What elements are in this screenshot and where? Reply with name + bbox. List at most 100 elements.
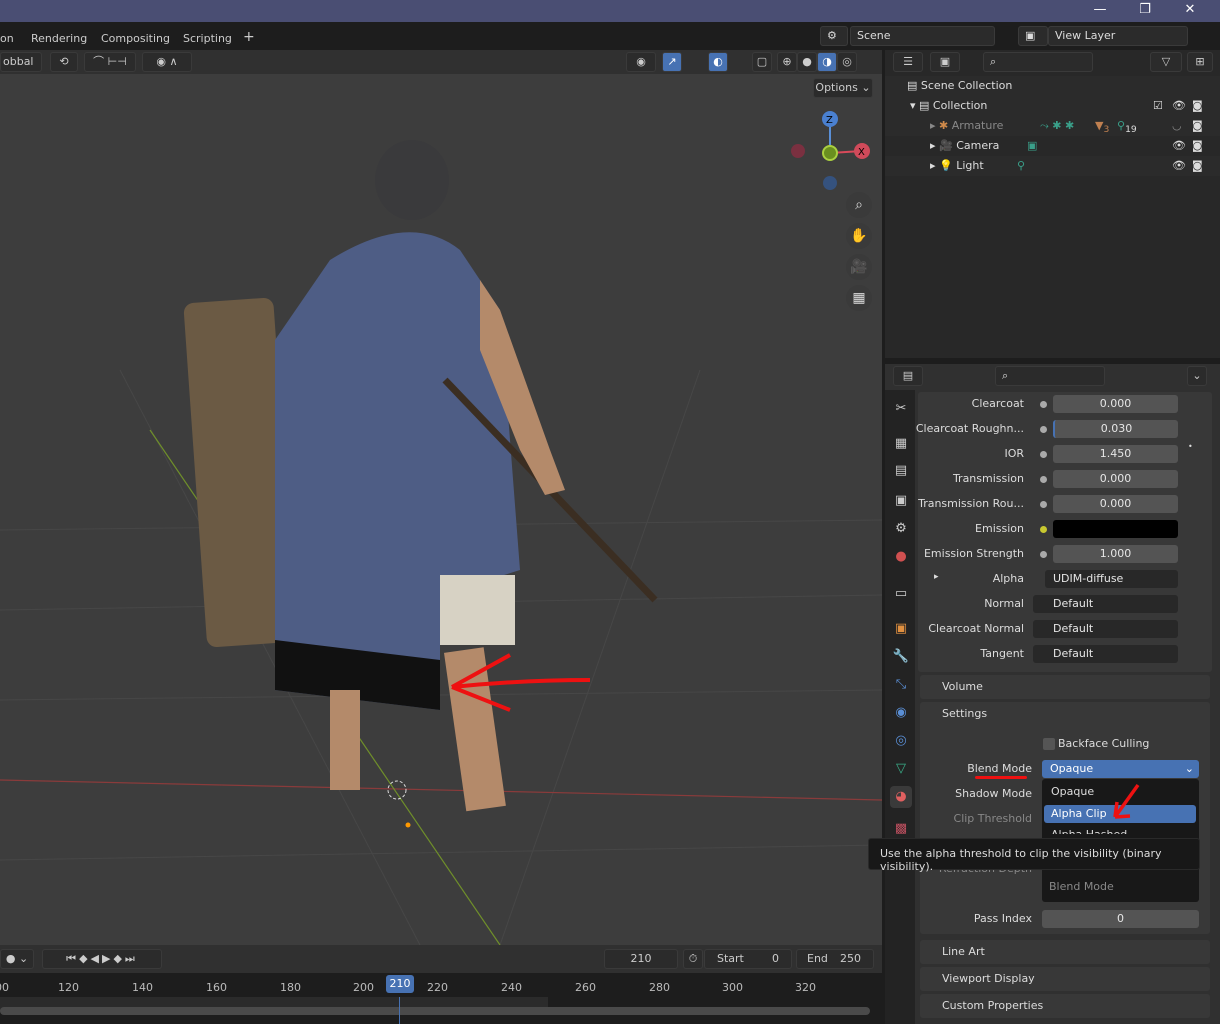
tab-rendering[interactable]: Rendering xyxy=(31,32,87,45)
end-frame-field[interactable]: End 250 xyxy=(796,949,874,969)
socket-dot[interactable] xyxy=(1040,501,1047,508)
viewport-display-panel-header[interactable]: Viewport Display xyxy=(920,967,1210,991)
filter-icon[interactable]: ▽ xyxy=(1150,52,1182,72)
material-tab-icon[interactable]: ◕ xyxy=(890,786,912,808)
rendered-shading-icon[interactable]: ◎ xyxy=(837,52,857,72)
custom-properties-panel-header[interactable]: Custom Properties xyxy=(920,994,1210,1018)
keyframe-dots[interactable]: • xyxy=(1188,397,1194,497)
editor-type-icon[interactable]: ▤ xyxy=(893,366,923,386)
world-tab-icon[interactable]: ● xyxy=(890,546,912,568)
modifier-tab-icon[interactable]: 🔧 xyxy=(890,646,912,668)
gizmo-toggle-icon[interactable]: ↗ xyxy=(662,52,682,72)
render-camera-icon[interactable]: ◙ xyxy=(1192,116,1203,136)
collection-tab-icon[interactable]: ▭ xyxy=(890,583,912,605)
pass-index-field[interactable]: 0 xyxy=(1042,910,1199,928)
dropdown-option-alpha-hashed[interactable]: Alpha Hashed xyxy=(1051,828,1127,834)
keying-icon[interactable]: ● ⌄ xyxy=(0,949,34,969)
blend-mode-select[interactable]: Opaque ⌄ xyxy=(1042,760,1199,778)
emission-strength-field[interactable]: 1.000 xyxy=(1053,545,1178,563)
outliner-row-collection[interactable]: ▾ ▤ Collection ☑ 👁 ◙ xyxy=(885,96,1220,116)
tangent-field[interactable]: Default xyxy=(1033,645,1178,663)
outliner-search-input[interactable]: ⌕ xyxy=(983,52,1093,72)
socket-dot[interactable] xyxy=(1040,551,1047,558)
tab-animation[interactable]: on xyxy=(0,32,14,45)
particles-tab-icon[interactable]: ⤡ xyxy=(890,674,912,696)
data-tab-icon[interactable]: ▽ xyxy=(890,758,912,780)
stopwatch-icon[interactable]: ⏱ xyxy=(683,949,703,969)
constraints-tab-icon[interactable]: ◎ xyxy=(890,730,912,752)
view-layer-selector[interactable]: View Layer xyxy=(1048,26,1188,46)
camera-view-icon[interactable]: 🎥 xyxy=(846,254,872,280)
tool-tab-icon[interactable]: ✂ xyxy=(890,398,912,420)
backface-culling-checkbox[interactable] xyxy=(1043,738,1055,750)
timeline-scrollbar[interactable] xyxy=(0,1007,870,1015)
tab-scripting[interactable]: Scripting xyxy=(183,32,232,45)
normal-field[interactable]: Default xyxy=(1033,595,1178,613)
scene-selector[interactable]: Scene xyxy=(850,26,995,46)
scene-icon[interactable]: ⚙ xyxy=(820,26,848,46)
playhead[interactable]: 210 xyxy=(386,975,414,993)
socket-dot[interactable] xyxy=(1040,476,1047,483)
tab-compositing[interactable]: Compositing xyxy=(101,32,170,45)
render-camera-icon[interactable]: ◙ xyxy=(1192,136,1203,156)
zoom-icon[interactable]: ⌕ xyxy=(846,192,872,218)
output-tab-icon[interactable]: ▤ xyxy=(890,460,912,482)
overlay-toggle-icon[interactable]: ◐ xyxy=(708,52,728,72)
playback-controls[interactable]: ⏮◆◀▶◆⏭ xyxy=(42,949,162,969)
add-workspace-button[interactable]: + xyxy=(243,29,255,45)
texture-tab-icon[interactable]: ▩ xyxy=(890,818,912,840)
render-camera-icon[interactable]: ◙ xyxy=(1192,96,1203,116)
outliner-row-armature[interactable]: ▸ ✱ Armature ⤳ ✱ ✱ ▼3 ⚲19 ◡ ◙ xyxy=(885,116,1220,136)
outliner-row-camera[interactable]: ▸ 🎥 Camera ▣ 👁 ◙ xyxy=(885,136,1220,156)
solid-shading-icon[interactable]: ● xyxy=(797,52,817,72)
collapse-icon[interactable]: ⌄ xyxy=(1187,366,1207,386)
start-frame-field[interactable]: Start 0 xyxy=(704,949,792,969)
clearcoat-roughness-field[interactable]: 0.030 xyxy=(1053,420,1178,438)
xray-icon[interactable]: ▢ xyxy=(752,52,772,72)
ior-field[interactable]: 1.450 xyxy=(1053,445,1178,463)
display-mode-icon[interactable]: ☰ xyxy=(893,52,923,72)
hand-pan-icon[interactable]: ✋ xyxy=(846,223,872,249)
view-layer-icon[interactable]: ▣ xyxy=(1018,26,1048,46)
render-camera-icon[interactable]: ◙ xyxy=(1192,156,1203,176)
3d-viewport[interactable]: Z X ⌕ ✋ 🎥 ▦ Options ⌄ xyxy=(0,50,882,945)
eye-icon[interactable]: 👁 xyxy=(1172,96,1186,116)
eye-icon[interactable]: 👁 xyxy=(1172,136,1186,156)
current-frame-field[interactable]: 210 xyxy=(604,949,678,969)
scene-tab-icon[interactable]: ⚙ xyxy=(890,518,912,540)
emission-color-field[interactable] xyxy=(1053,520,1178,538)
alpha-field[interactable]: UDIM-diffuse xyxy=(1045,570,1178,588)
minimize-button[interactable]: — xyxy=(1085,2,1115,20)
volume-panel-header[interactable]: Volume xyxy=(920,675,1210,699)
socket-dot[interactable] xyxy=(1040,426,1047,433)
properties-search-input[interactable]: ⌕ xyxy=(995,366,1105,386)
frame-ruler[interactable]: 00 120 140 160 180 200 220 240 260 280 3… xyxy=(0,977,882,999)
material-shading-icon[interactable]: ◑ xyxy=(817,52,837,72)
visibility-icon[interactable]: ◉ xyxy=(626,52,656,72)
view-layer-filter-icon[interactable]: ▣ xyxy=(930,52,960,72)
eye-icon[interactable]: 👁 xyxy=(1172,156,1186,176)
grid-perspective-icon[interactable]: ▦ xyxy=(846,285,872,311)
pivot-icon[interactable]: ⟲ xyxy=(50,52,78,72)
close-button[interactable]: ✕ xyxy=(1175,2,1205,20)
socket-dot[interactable] xyxy=(1040,401,1047,408)
outliner-row-scene-collection[interactable]: ▤ Scene Collection xyxy=(885,76,1220,96)
physics-tab-icon[interactable]: ◉ xyxy=(890,702,912,724)
snap-icon[interactable]: ⌒ ⊢⊣ xyxy=(84,52,136,72)
hidden-eye-icon[interactable]: ◡ xyxy=(1172,116,1182,136)
object-tab-icon[interactable]: ▣ xyxy=(890,618,912,640)
dropdown-option-opaque[interactable]: Opaque xyxy=(1051,785,1094,798)
line-art-panel-header[interactable]: Line Art xyxy=(920,940,1210,964)
maximize-button[interactable]: ❐ xyxy=(1130,2,1160,20)
socket-dot[interactable] xyxy=(1040,526,1047,533)
transmission-roughness-field[interactable]: 0.000 xyxy=(1053,495,1178,513)
render-tab-icon[interactable]: ▦ xyxy=(890,433,912,455)
wireframe-shading-icon[interactable]: ⊕ xyxy=(777,52,797,72)
view-layer-tab-icon[interactable]: ▣ xyxy=(890,490,912,512)
options-button[interactable]: Options ⌄ xyxy=(813,78,873,98)
new-collection-icon[interactable]: ⊞ xyxy=(1187,52,1213,72)
expand-icon[interactable]: ▾ xyxy=(910,99,919,112)
outliner-row-light[interactable]: ▸ 💡 Light ⚲ 👁 ◙ xyxy=(885,156,1220,176)
exclude-checkbox[interactable]: ☑ xyxy=(1153,96,1163,116)
playhead-line[interactable] xyxy=(399,997,400,1024)
